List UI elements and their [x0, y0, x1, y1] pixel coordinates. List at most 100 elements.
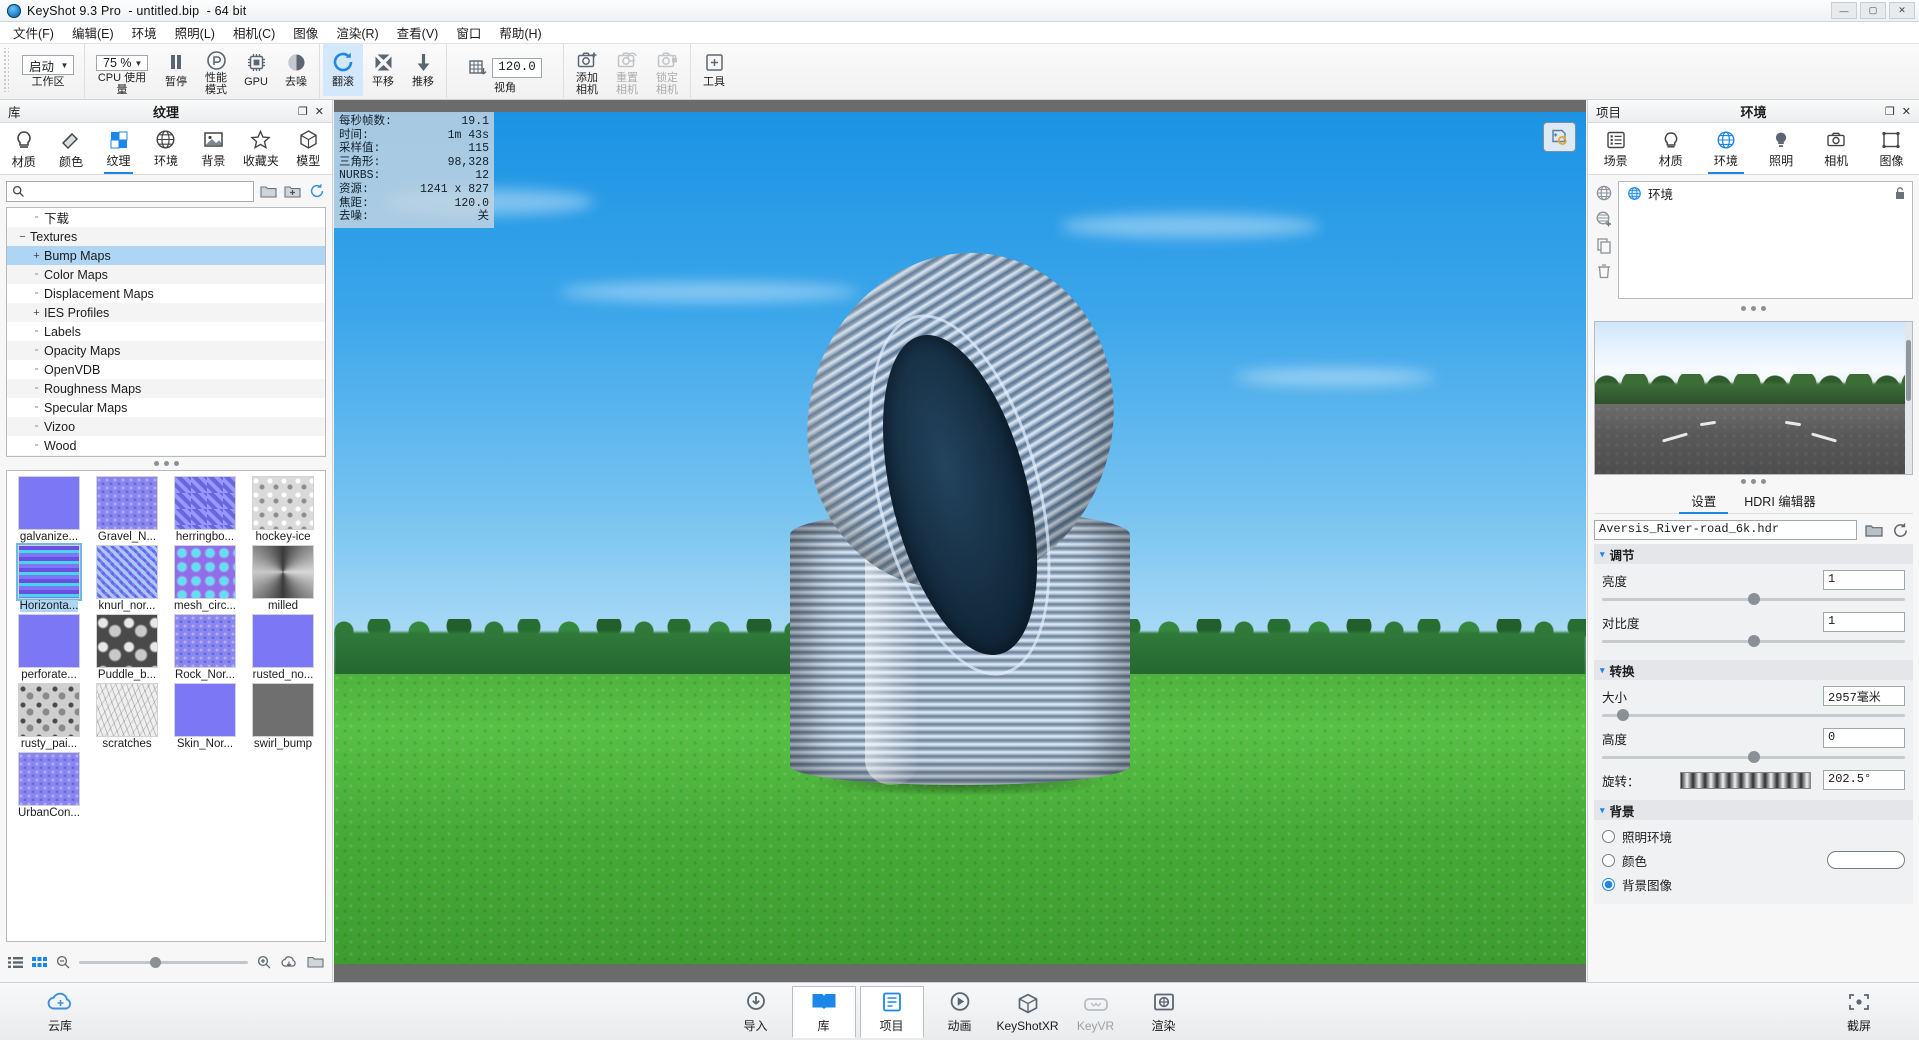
rotation-strip[interactable] — [1680, 771, 1811, 789]
library-tree[interactable]: ⁃ 下载 − Textures + Bump Maps ⁃ Color Maps ⁃ Displa… — [6, 207, 326, 457]
library-tab-textures[interactable]: 纹理 — [95, 123, 142, 174]
texture-thumbnail[interactable]: Horizonta... — [11, 543, 87, 612]
environment-subtabs[interactable]: 设置 HDRI 编辑器 — [1594, 488, 1913, 514]
refresh-icon[interactable] — [307, 182, 326, 201]
lock-icon[interactable] — [1894, 186, 1906, 200]
cloud-download-icon[interactable] — [280, 955, 298, 969]
environment-side-buttons[interactable] — [1594, 181, 1614, 299]
texture-thumbnail[interactable]: rusted_no... — [245, 614, 321, 681]
project-close-button[interactable]: ✕ — [1902, 105, 1911, 118]
brightness-slider[interactable] — [1602, 592, 1905, 606]
contrast-slider[interactable] — [1602, 634, 1905, 648]
library-tree-item[interactable]: ⁃ Displacement Maps — [7, 284, 325, 303]
brightness-value[interactable]: 1 — [1823, 570, 1905, 590]
hdri-preview[interactable] — [1594, 321, 1913, 475]
texture-thumbnail[interactable]: perforate... — [11, 614, 87, 681]
rendered-model[interactable] — [772, 207, 1148, 796]
cpu-usage-selector[interactable]: 75 % ▼ CPU 使用量 — [88, 44, 156, 96]
workspace-selector[interactable]: 启动 ▼ 工作区 — [15, 44, 81, 96]
reset-camera-button[interactable]: 重置 相机 — [607, 44, 647, 96]
project-tab-lighting[interactable]: 照明 — [1754, 123, 1809, 174]
texture-thumbnail[interactable]: Skin_Nor... — [167, 683, 243, 750]
collapse-icon[interactable]: − — [15, 231, 30, 243]
library-tree-item[interactable]: ⁃ Color Maps — [7, 265, 325, 284]
library-button[interactable]: 库 — [791, 985, 856, 1038]
menu-item-camera[interactable]: 相机(C) — [224, 20, 284, 45]
texture-thumbnail[interactable]: Gravel_N... — [89, 476, 165, 543]
project-tab-scene[interactable]: 场景 — [1588, 123, 1643, 174]
project-tab-camera[interactable]: 相机 — [1809, 123, 1864, 174]
radio-lighting-environment[interactable]: 照明环境 — [1602, 824, 1905, 848]
expand-icon[interactable]: + — [29, 250, 44, 262]
texture-thumbnail[interactable]: Rock_Nor... — [167, 614, 243, 681]
section-transform-header[interactable]: ▾ 转换 — [1594, 660, 1913, 680]
render-image[interactable] — [334, 112, 1586, 964]
menu-item-help[interactable]: 帮助(H) — [490, 20, 550, 45]
grid-view-icon[interactable] — [32, 956, 47, 969]
menu-item-view[interactable]: 查看(V) — [388, 20, 448, 45]
library-tree-item[interactable]: ⁃ OpenVDB — [7, 360, 325, 379]
library-tree-item[interactable]: − Textures — [7, 227, 325, 246]
subtab-settings[interactable]: 设置 — [1679, 491, 1729, 514]
window-controls[interactable]: — ▢ ✕ — [1831, 2, 1915, 19]
texture-thumbnail[interactable]: herringbo... — [167, 476, 243, 543]
library-tree-item[interactable]: ⁃ 下载 — [7, 208, 325, 227]
tools-button[interactable]: 工具 — [694, 44, 734, 96]
animation-button[interactable]: 动画 — [928, 986, 992, 1038]
tumble-button[interactable]: 翻滚 — [323, 44, 363, 96]
minimize-button[interactable]: — — [1831, 2, 1857, 19]
menu-item-image[interactable]: 图像 — [284, 20, 327, 45]
perspective-value[interactable]: 120.0 — [492, 58, 542, 78]
radio-background-image[interactable]: 背景图像 — [1602, 872, 1905, 896]
import-button[interactable]: 导入 — [724, 986, 788, 1038]
library-tabs[interactable]: 材质 颜色 纹理 环境 背景 收藏夹 模型 — [0, 123, 332, 175]
cloud-library-icon[interactable] — [1543, 122, 1576, 152]
thumbnail-size-slider[interactable] — [79, 955, 248, 969]
library-splitter[interactable] — [0, 457, 332, 470]
search-input[interactable] — [29, 184, 253, 198]
texture-thumbnail[interactable]: swirl_bump — [245, 683, 321, 750]
trash-icon[interactable] — [1594, 261, 1614, 281]
globe-add-icon[interactable] — [1594, 209, 1614, 229]
texture-thumbnail[interactable]: milled — [245, 545, 321, 612]
performance-mode-button[interactable]: 性能 模式 — [196, 44, 236, 96]
expand-icon[interactable]: + — [29, 307, 44, 319]
menu-item-lighting[interactable]: 照明(L) — [166, 20, 224, 45]
menu-item-file[interactable]: 文件(F) — [4, 20, 63, 45]
library-tree-item[interactable]: ⁃ Roughness Maps — [7, 379, 325, 398]
library-tree-item[interactable]: ⁃ Opacity Maps — [7, 341, 325, 360]
globe-icon[interactable] — [1594, 183, 1614, 203]
project-undock-button[interactable]: ❐ — [1885, 105, 1895, 118]
project-tab-image[interactable]: 图像 — [1864, 123, 1919, 174]
close-button[interactable]: ✕ — [1889, 2, 1915, 19]
library-tab-materials[interactable]: 材质 — [0, 123, 47, 174]
cloud-library-button[interactable]: 云库 — [28, 986, 92, 1038]
project-tab-material[interactable]: 材质 — [1643, 123, 1698, 174]
toolbar-grip[interactable] — [2, 48, 9, 92]
height-slider[interactable] — [1602, 750, 1905, 764]
dolly-button[interactable]: 推移 — [403, 44, 443, 96]
project-splitter-top[interactable] — [1588, 302, 1919, 315]
hdri-preview-scrollbar[interactable] — [1905, 322, 1912, 474]
library-close-button[interactable]: ✕ — [315, 105, 324, 118]
search-box[interactable] — [6, 180, 254, 202]
keyshotxr-button[interactable]: KeyShotXR — [996, 986, 1060, 1038]
library-tree-item[interactable]: + Bump Maps — [7, 246, 325, 265]
library-tree-item[interactable]: ⁃ Specular Maps — [7, 398, 325, 417]
texture-thumbnail[interactable]: mesh_circ... — [167, 545, 243, 612]
project-splitter-bottom[interactable] — [1588, 475, 1919, 488]
texture-thumbnail-grid[interactable]: galvanize... Gravel_N... herringbo... hocke… — [6, 470, 326, 942]
menu-bar[interactable]: 文件(F) 编辑(E) 环境 照明(L) 相机(C) 图像 渲染(R) 查看(V… — [0, 22, 1919, 44]
rotation-value[interactable]: 202.5° — [1823, 770, 1905, 790]
lock-camera-button[interactable]: 锁定 相机 — [647, 44, 687, 96]
library-tree-item[interactable]: ⁃ Labels — [7, 322, 325, 341]
denoise-button[interactable]: 去噪 — [276, 44, 316, 96]
project-tabs[interactable]: 场景 材质 环境 照明 相机 图像 — [1588, 123, 1919, 175]
radio-color[interactable]: 颜色 — [1602, 848, 1905, 872]
environment-list[interactable]: 环境 — [1618, 181, 1913, 299]
render-viewport[interactable]: 每秒帧数: 19.1 时间: 1m 43s 采样值: 115 三角形: 98,328 N… — [334, 100, 1586, 982]
folder-open-icon[interactable] — [1863, 520, 1884, 540]
screenshot-button[interactable]: 截屏 — [1827, 986, 1891, 1038]
gpu-button[interactable]: GPU — [236, 44, 276, 96]
texture-thumbnail[interactable]: rusty_pai... — [11, 683, 87, 750]
